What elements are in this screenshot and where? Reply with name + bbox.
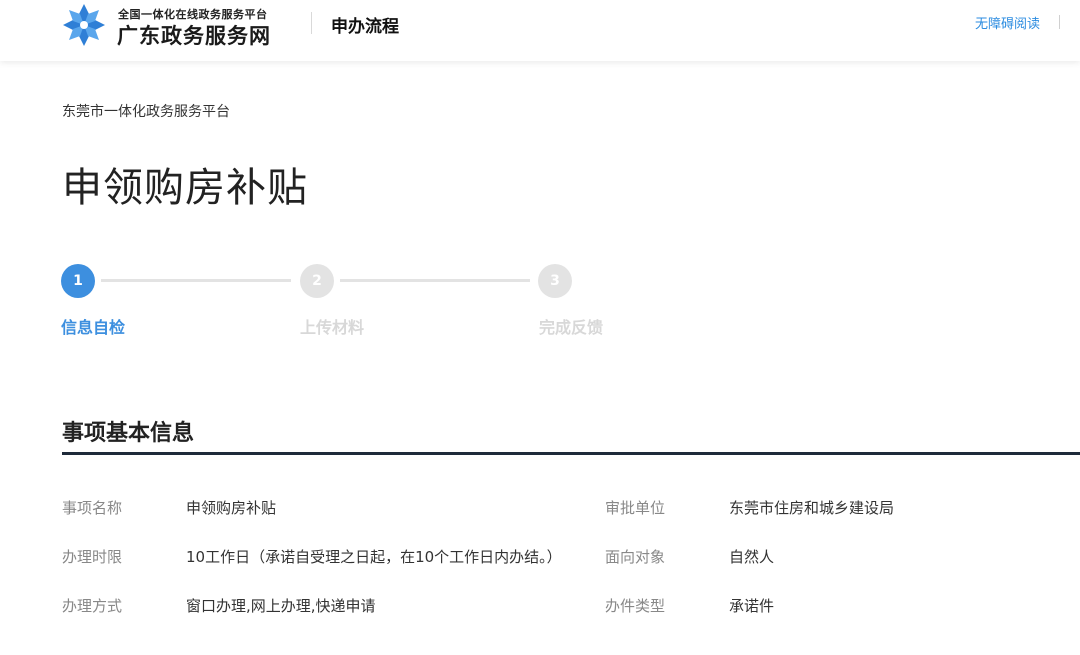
header-divider-right xyxy=(1059,15,1060,29)
time-limit-value: 10工作日（承诺自受理之日起，在10个工作日内办结。） xyxy=(186,548,562,566)
type-label: 办件类型 xyxy=(605,597,666,615)
step-connector-2 xyxy=(340,279,530,282)
target-label: 面向对象 xyxy=(605,548,666,566)
approval-unit-value: 东莞市住房和城乡建设局 xyxy=(729,499,895,517)
step-connector-1 xyxy=(101,279,291,282)
step-1-label: 信息自检 xyxy=(61,318,126,337)
section-divider xyxy=(62,452,1080,455)
accessibility-reading-link[interactable]: 无障碍阅读 xyxy=(975,13,1040,32)
step-1-circle: 1 xyxy=(61,264,95,298)
type-value: 承诺件 xyxy=(729,597,775,615)
approval-unit-label: 审批单位 xyxy=(605,499,666,517)
item-name-value: 申领购房补贴 xyxy=(186,499,277,517)
item-name-label: 事项名称 xyxy=(62,499,123,517)
step-2-label: 上传材料 xyxy=(300,318,365,337)
target-value: 自然人 xyxy=(729,548,775,566)
step-3-circle: 3 xyxy=(538,264,572,298)
time-limit-label: 办理时限 xyxy=(62,548,123,566)
page-title: 申领购房补贴 xyxy=(62,165,308,211)
step-2-circle: 2 xyxy=(300,264,334,298)
header-divider xyxy=(311,12,312,34)
step-3-label: 完成反馈 xyxy=(539,318,604,337)
pinwheel-logo-icon[interactable] xyxy=(61,2,107,48)
section-title: 事项基本信息 xyxy=(62,421,195,446)
method-label: 办理方式 xyxy=(62,597,123,615)
platform-name: 东莞市一体化政务服务平台 xyxy=(62,104,230,120)
site-header: 全国一体化在线政务服务平台 广东政务服务网 申办流程 无障碍阅读 xyxy=(0,0,1080,61)
header-section-title: 申办流程 xyxy=(331,17,399,37)
logo-title[interactable]: 广东政务服务网 xyxy=(117,20,271,50)
method-value: 窗口办理,网上办理,快递申请 xyxy=(186,597,376,615)
